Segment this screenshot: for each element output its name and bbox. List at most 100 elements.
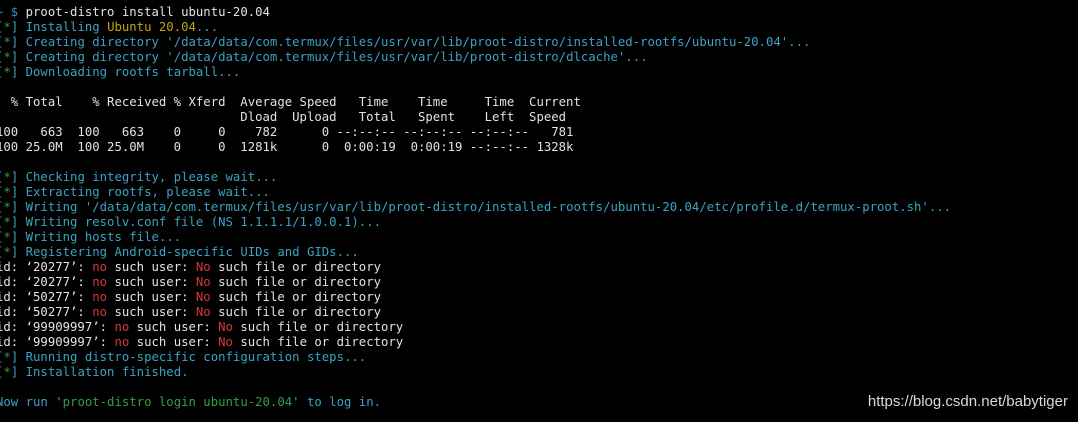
- terminal-text: Checking integrity, please wait...: [25, 170, 278, 184]
- terminal-text: *: [3, 230, 11, 244]
- terminal-text: *: [3, 365, 11, 379]
- terminal-text: *: [3, 65, 11, 79]
- terminal-line: Now run 'proot-distro login ubuntu-20.04…: [0, 395, 381, 410]
- terminal-text: ]: [10, 20, 26, 34]
- terminal-text: such file or directory: [210, 290, 381, 304]
- terminal-text: such user:: [107, 305, 196, 319]
- terminal-text: id: ‘99909997’:: [0, 335, 115, 349]
- terminal-text: Installing: [25, 20, 108, 34]
- terminal-text: id: ‘20277’:: [0, 260, 93, 274]
- terminal-text: ]: [10, 65, 26, 79]
- terminal-line: [*] Writing resolv.conf file (NS 1.1.1.1…: [0, 215, 381, 230]
- terminal-text: ~ $: [0, 5, 19, 19]
- terminal-text: ...: [195, 20, 219, 34]
- terminal-line: [*] Checking integrity, please wait...: [0, 170, 277, 185]
- terminal-text: ]: [10, 215, 26, 229]
- terminal-text: Writing '/data/data/com.termux/files/usr…: [25, 200, 952, 214]
- terminal-text: ]: [10, 170, 26, 184]
- terminal-line: id: ‘99909997’: no such user: No such fi…: [0, 335, 403, 350]
- terminal-text: no: [114, 320, 130, 334]
- terminal-text: ]: [10, 50, 26, 64]
- terminal-text: Ubuntu 20.04: [107, 20, 196, 34]
- terminal-text: ]: [10, 350, 26, 364]
- terminal-text: ]: [10, 185, 26, 199]
- terminal-line: [*] Creating directory '/data/data/com.t…: [0, 35, 810, 50]
- terminal-text: ]: [10, 200, 26, 214]
- terminal-text: No: [195, 290, 211, 304]
- terminal-text: No: [195, 305, 211, 319]
- terminal-text: *: [3, 35, 11, 49]
- terminal-text: such file or directory: [210, 260, 381, 274]
- terminal-text: *: [3, 50, 11, 64]
- watermark-url: https://blog.csdn.net/babytiger: [867, 393, 1068, 410]
- terminal-line: [*] Downloading rootfs tarball...: [0, 65, 240, 80]
- terminal-line: 100 663 100 663 0 0 782 0 --:--:-- --:--…: [0, 125, 573, 140]
- terminal-text: id: ‘50277’:: [0, 305, 93, 319]
- terminal-text: No: [195, 275, 211, 289]
- terminal-text: no: [114, 335, 130, 349]
- terminal-text: id: ‘99909997’:: [0, 320, 115, 334]
- terminal-text: such file or directory: [210, 275, 381, 289]
- terminal-text: Running distro-specific configuration st…: [25, 350, 367, 364]
- terminal-line: ~ $ proot-distro install ubuntu-20.04: [0, 5, 270, 20]
- terminal-text: Extracting rootfs, please wait...: [25, 185, 270, 199]
- terminal-text: id: ‘20277’:: [0, 275, 93, 289]
- terminal-text: Creating directory '/data/data/com.termu…: [25, 35, 811, 49]
- terminal-text: ]: [10, 245, 26, 259]
- terminal-text: ]: [10, 365, 26, 379]
- terminal-text: proot-distro install ubuntu-20.04: [25, 5, 270, 19]
- terminal-text: *: [3, 215, 11, 229]
- terminal-text: no: [92, 260, 108, 274]
- terminal-text: Downloading rootfs tarball...: [25, 65, 241, 79]
- terminal-text: ]: [10, 230, 26, 244]
- terminal-text: proot-distro login ubuntu-20.04: [62, 395, 293, 409]
- terminal-text: Now run ': [0, 395, 63, 409]
- terminal-text: such user:: [129, 335, 219, 349]
- terminal-text: such file or directory: [232, 320, 404, 334]
- terminal-text: such file or directory: [232, 335, 404, 349]
- terminal-text: id: ‘50277’:: [0, 290, 93, 304]
- terminal-line: id: ‘20277’: no such user: No such file …: [0, 275, 381, 290]
- terminal-line: id: ‘99909997’: no such user: No such fi…: [0, 320, 403, 335]
- terminal-line: [*] Registering Android-specific UIDs an…: [0, 245, 359, 260]
- terminal-text: % Total % Received % Xferd Average Speed…: [0, 95, 581, 109]
- terminal-text: no: [92, 275, 108, 289]
- terminal-line: [*] Running distro-specific configuratio…: [0, 350, 366, 365]
- terminal-text: Dload Upload Total Spent Left Speed: [0, 110, 567, 124]
- terminal-line: id: ‘50277’: no such user: No such file …: [0, 305, 381, 320]
- terminal-text: such user:: [107, 260, 196, 274]
- terminal-line: [*] Installation finished.: [0, 365, 189, 380]
- terminal-text: No: [218, 320, 233, 334]
- terminal-text: No: [195, 260, 211, 274]
- terminal-text: Writing resolv.conf file (NS 1.1.1.1/1.0…: [25, 215, 381, 229]
- terminal-text: such user:: [107, 275, 196, 289]
- terminal-text: No: [218, 335, 233, 349]
- terminal-line: [*] Writing hosts file...: [0, 230, 181, 245]
- terminal-text: such user:: [129, 320, 219, 334]
- terminal-text: *: [3, 200, 11, 214]
- terminal-line: id: ‘50277’: no such user: No such file …: [0, 290, 381, 305]
- terminal-text: no: [92, 290, 108, 304]
- terminal-text: Writing hosts file...: [25, 230, 182, 244]
- terminal-text: *: [3, 185, 11, 199]
- terminal-text: ' to log in.: [292, 395, 381, 409]
- terminal-text: *: [3, 245, 11, 259]
- terminal-text: 100 25.0M 100 25.0M 0 0 1281k 0 0:00:19 …: [0, 140, 574, 154]
- terminal-text: 100 663 100 663 0 0 782 0 --:--:-- --:--…: [0, 125, 574, 139]
- terminal-line: [*] Writing '/data/data/com.termux/files…: [0, 200, 951, 215]
- terminal-text: Installation finished.: [25, 365, 189, 379]
- terminal-text: no: [92, 305, 108, 319]
- terminal-text: *: [3, 170, 11, 184]
- terminal-line: [*] Extracting rootfs, please wait...: [0, 185, 270, 200]
- terminal-line: [*] Installing Ubuntu 20.04...: [0, 20, 218, 35]
- terminal-output[interactable]: ~ $ proot-distro install ubuntu-20.04[*]…: [0, 0, 1078, 422]
- terminal-line: id: ‘20277’: no such user: No such file …: [0, 260, 381, 275]
- terminal-text: such user:: [107, 290, 196, 304]
- terminal-text: ]: [10, 35, 26, 49]
- terminal-text: Registering Android-specific UIDs and GI…: [25, 245, 359, 259]
- terminal-line: [*] Creating directory '/data/data/com.t…: [0, 50, 648, 65]
- terminal-text: *: [3, 20, 11, 34]
- terminal-line: % Total % Received % Xferd Average Speed…: [0, 95, 581, 110]
- terminal-text: such file or directory: [210, 305, 381, 319]
- terminal-line: Dload Upload Total Spent Left Speed: [0, 110, 566, 125]
